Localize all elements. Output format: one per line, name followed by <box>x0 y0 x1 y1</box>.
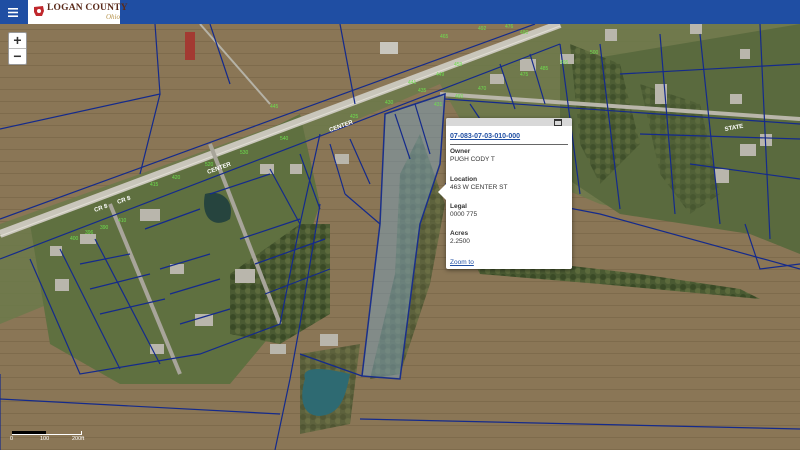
address-label: 470 <box>478 86 487 92</box>
logo-subtitle: Ohio <box>106 13 120 21</box>
address-label: 492 <box>478 26 487 32</box>
address-label: 540 <box>280 136 289 142</box>
zoom-to-link[interactable]: Zoom to <box>450 259 474 266</box>
map-canvas[interactable]: CENTER CENTER CR 8 CR 8 STATE 445 465 492 4… <box>0 24 800 450</box>
address-label: 425 <box>350 114 359 120</box>
address-label: 390 <box>100 225 109 231</box>
address-label: 476 <box>505 24 514 30</box>
aerial-imagery[interactable]: CENTER CENTER CR 8 CR 8 STATE 445465492 4… <box>0 24 800 450</box>
location-label: Location <box>450 176 478 183</box>
address-label: 480 <box>520 30 529 36</box>
owner-label: Owner <box>450 148 471 155</box>
address-label: 449 <box>436 72 445 78</box>
popup-divider <box>450 144 568 145</box>
zoom-out-button[interactable]: − <box>9 48 26 64</box>
address-label: 420 <box>172 175 181 181</box>
hamburger-icon <box>8 7 18 17</box>
top-bar: LOGAN COUNTY Ohio <box>0 0 800 24</box>
scale-label: 200ft <box>72 436 85 442</box>
popup-header <box>446 118 572 126</box>
zoom-control: + − <box>8 32 27 65</box>
maximize-icon[interactable] <box>554 119 562 126</box>
acres-label: Acres <box>450 230 469 237</box>
zoom-in-button[interactable]: + <box>9 33 26 48</box>
parcel-popup: 07-083-07-03-010-000 Owner PUGH CODY T L… <box>438 118 572 269</box>
location-value: 463 W CENTER ST <box>450 184 508 191</box>
address-label: 459 <box>454 62 463 68</box>
acres-value: 2.2500 <box>450 238 470 245</box>
parcel-id-link[interactable]: 07-083-07-03-010-000 <box>450 133 520 140</box>
address-label: 530 <box>240 150 249 156</box>
scale-bar-fill <box>12 431 46 434</box>
logo-title: LOGAN COUNTY <box>47 3 128 13</box>
address-label: 435 <box>418 88 427 94</box>
ohio-seal-icon <box>34 6 44 16</box>
address-label: 430 <box>385 100 394 106</box>
scale-label: 100 <box>40 436 50 442</box>
menu-button[interactable] <box>4 3 22 21</box>
address-label: 465 <box>440 34 449 40</box>
address-label: 415 <box>150 182 159 188</box>
address-label: 500 <box>590 50 599 56</box>
owner-value: PUGH CODY T <box>450 156 495 163</box>
popup-pointer <box>438 184 446 200</box>
legal-value: 0000 775 <box>450 211 478 218</box>
address-label: 445 <box>270 104 279 110</box>
address-label: 495 <box>560 60 569 66</box>
scale-bar: 0 100 200ft <box>10 431 84 445</box>
address-label: 460 <box>455 94 464 100</box>
address-label: 400 <box>70 236 79 242</box>
address-label: 431 <box>434 102 443 108</box>
address-label: 396 <box>85 230 94 236</box>
address-label: 520 <box>205 162 214 168</box>
address-label: 410 <box>118 218 127 224</box>
address-label: 485 <box>540 66 549 72</box>
legal-label: Legal <box>450 203 467 210</box>
address-label: 441 <box>408 80 417 86</box>
county-logo[interactable]: LOGAN COUNTY Ohio <box>28 0 128 24</box>
address-label: 475 <box>520 72 529 78</box>
scale-label: 0 <box>10 436 14 442</box>
